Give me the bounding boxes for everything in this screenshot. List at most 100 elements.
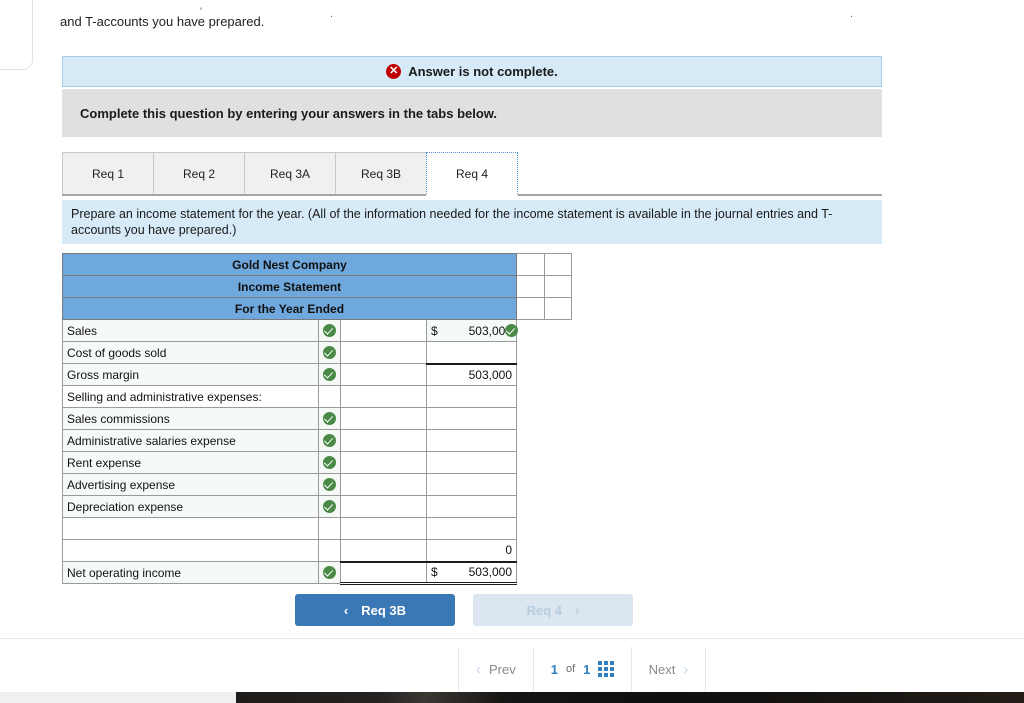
row-mid-amount[interactable] [340,495,427,518]
bottom-screen-strip [0,692,1024,703]
table-row: Sales $503,000 [62,319,572,342]
spacer-cell [517,474,545,496]
row-label[interactable]: Selling and administrative expenses: [62,385,319,408]
row-label[interactable]: Depreciation expense [62,495,319,518]
next-requirement-button[interactable]: Req 4 › [473,594,633,626]
tab-req-2[interactable]: Req 2 [153,152,245,194]
row-mid-amount[interactable] [340,363,427,386]
pager-next-button[interactable]: Next › [632,647,707,691]
spacer-cell [545,518,572,540]
tab-req-3a[interactable]: Req 3A [244,152,336,194]
row-mid-amount[interactable] [340,560,427,585]
row-mid-amount[interactable] [340,451,427,474]
spacer-cell [545,430,572,452]
tab-label: Req 1 [91,166,125,181]
row-amount[interactable] [426,451,517,474]
row-mid-amount[interactable] [340,539,427,562]
header-extra-cell-2[interactable] [544,275,572,298]
worksheet-header-row: Income Statement [62,275,572,298]
artifact-mark-3: . [850,8,854,20]
header-extra-cell-1[interactable] [516,275,545,298]
row-amount[interactable]: $503,000 [426,560,517,585]
spacer-cell [545,496,572,518]
header-extra-cell-1[interactable] [516,297,545,320]
row-amount[interactable] [426,341,517,364]
tab-req-1[interactable]: Req 1 [62,152,154,194]
row-label[interactable]: Gross margin [62,363,319,386]
check-circle-icon [505,324,518,337]
spacer-cell [517,518,545,540]
row-mid-amount[interactable] [340,429,427,452]
check-circle-icon [323,324,336,337]
row-amount[interactable] [426,429,517,452]
bottom-dark-band [236,692,1024,703]
pager-current-page: 1 [550,661,558,677]
table-row: Administrative salaries expense [62,429,572,452]
row-label[interactable]: Sales commissions [62,407,319,430]
spacer-cell [545,562,572,584]
dollar-sign: $ [431,565,438,580]
row-label[interactable]: Administrative salaries expense [62,429,319,452]
check-circle-icon [323,346,336,359]
row-mid-amount[interactable] [340,517,427,540]
row-label[interactable]: Advertising expense [62,473,319,496]
header-extra-cell-2[interactable] [544,297,572,320]
row-label[interactable] [62,517,319,540]
row-label[interactable]: Cost of goods sold [62,341,319,364]
tab-req-3b[interactable]: Req 3B [335,152,427,194]
requirement-navigation: ‹ Req 3B Req 4 › [295,594,633,626]
header-extra-cell-1[interactable] [516,253,545,276]
row-mid-amount[interactable] [340,473,427,496]
spacer-cell [545,342,572,364]
row-amount[interactable] [426,407,517,430]
question-pager: ‹ Prev 1 of 1 Next › [458,647,707,691]
spacer-cell [517,386,545,408]
row-correct-marker [318,341,341,364]
pager-total-pages: 1 [583,661,591,677]
row-label[interactable] [62,539,319,562]
grid-3x3-icon[interactable] [598,661,614,677]
row-mid-amount[interactable] [340,407,427,430]
left-panel-edge [0,0,33,70]
table-row: Depreciation expense [62,495,572,518]
income-statement-worksheet: Gold Nest Company Income Statement For t… [62,253,572,585]
row-amount[interactable] [426,517,517,540]
chevron-right-icon: › [575,602,580,618]
row-amount[interactable] [426,473,517,496]
pager-divider [0,638,1024,639]
check-circle-icon [323,478,336,491]
header-extra-cell-2[interactable] [544,253,572,276]
row-correct-marker [318,319,341,342]
row-label[interactable]: Sales [62,319,319,342]
row-label[interactable]: Rent expense [62,451,319,474]
row-correct-marker [318,517,341,540]
spacer-cell [517,364,545,386]
question-prompt: Prepare an income statement for the year… [62,200,882,244]
chevron-left-icon: ‹ [476,660,481,678]
row-amount[interactable] [426,385,517,408]
row-amount[interactable] [426,495,517,518]
prev-requirement-button[interactable]: ‹ Req 3B [295,594,455,626]
row-amount[interactable]: 0 [426,539,517,562]
requirement-tabs: Req 1 Req 2 Req 3A Req 3B Req 4 [62,152,882,196]
table-row: 0 [62,539,572,562]
table-row: Sales commissions [62,407,572,430]
pager-position: 1 of 1 [534,647,632,691]
spacer-cell [517,430,545,452]
row-amount[interactable]: 503,000 [426,362,517,386]
worksheet-header-row: For the Year Ended [62,297,572,320]
spacer-cell [545,540,572,562]
tab-req-4[interactable]: Req 4 [426,152,518,196]
row-mid-amount[interactable] [340,341,427,364]
row-mid-amount[interactable] [340,319,427,342]
pager-prev-button[interactable]: ‹ Prev [458,647,534,691]
next-requirement-label: Req 4 [526,602,563,618]
spacer-cell [545,474,572,496]
row-amount[interactable]: $503,000 [426,319,518,342]
check-circle-icon [323,368,336,381]
tab-label: Req 3B [360,166,402,181]
row-correct-marker [318,495,341,518]
row-mid-amount[interactable] [340,385,427,408]
row-label[interactable]: Net operating income [62,561,319,584]
table-row [62,517,572,540]
